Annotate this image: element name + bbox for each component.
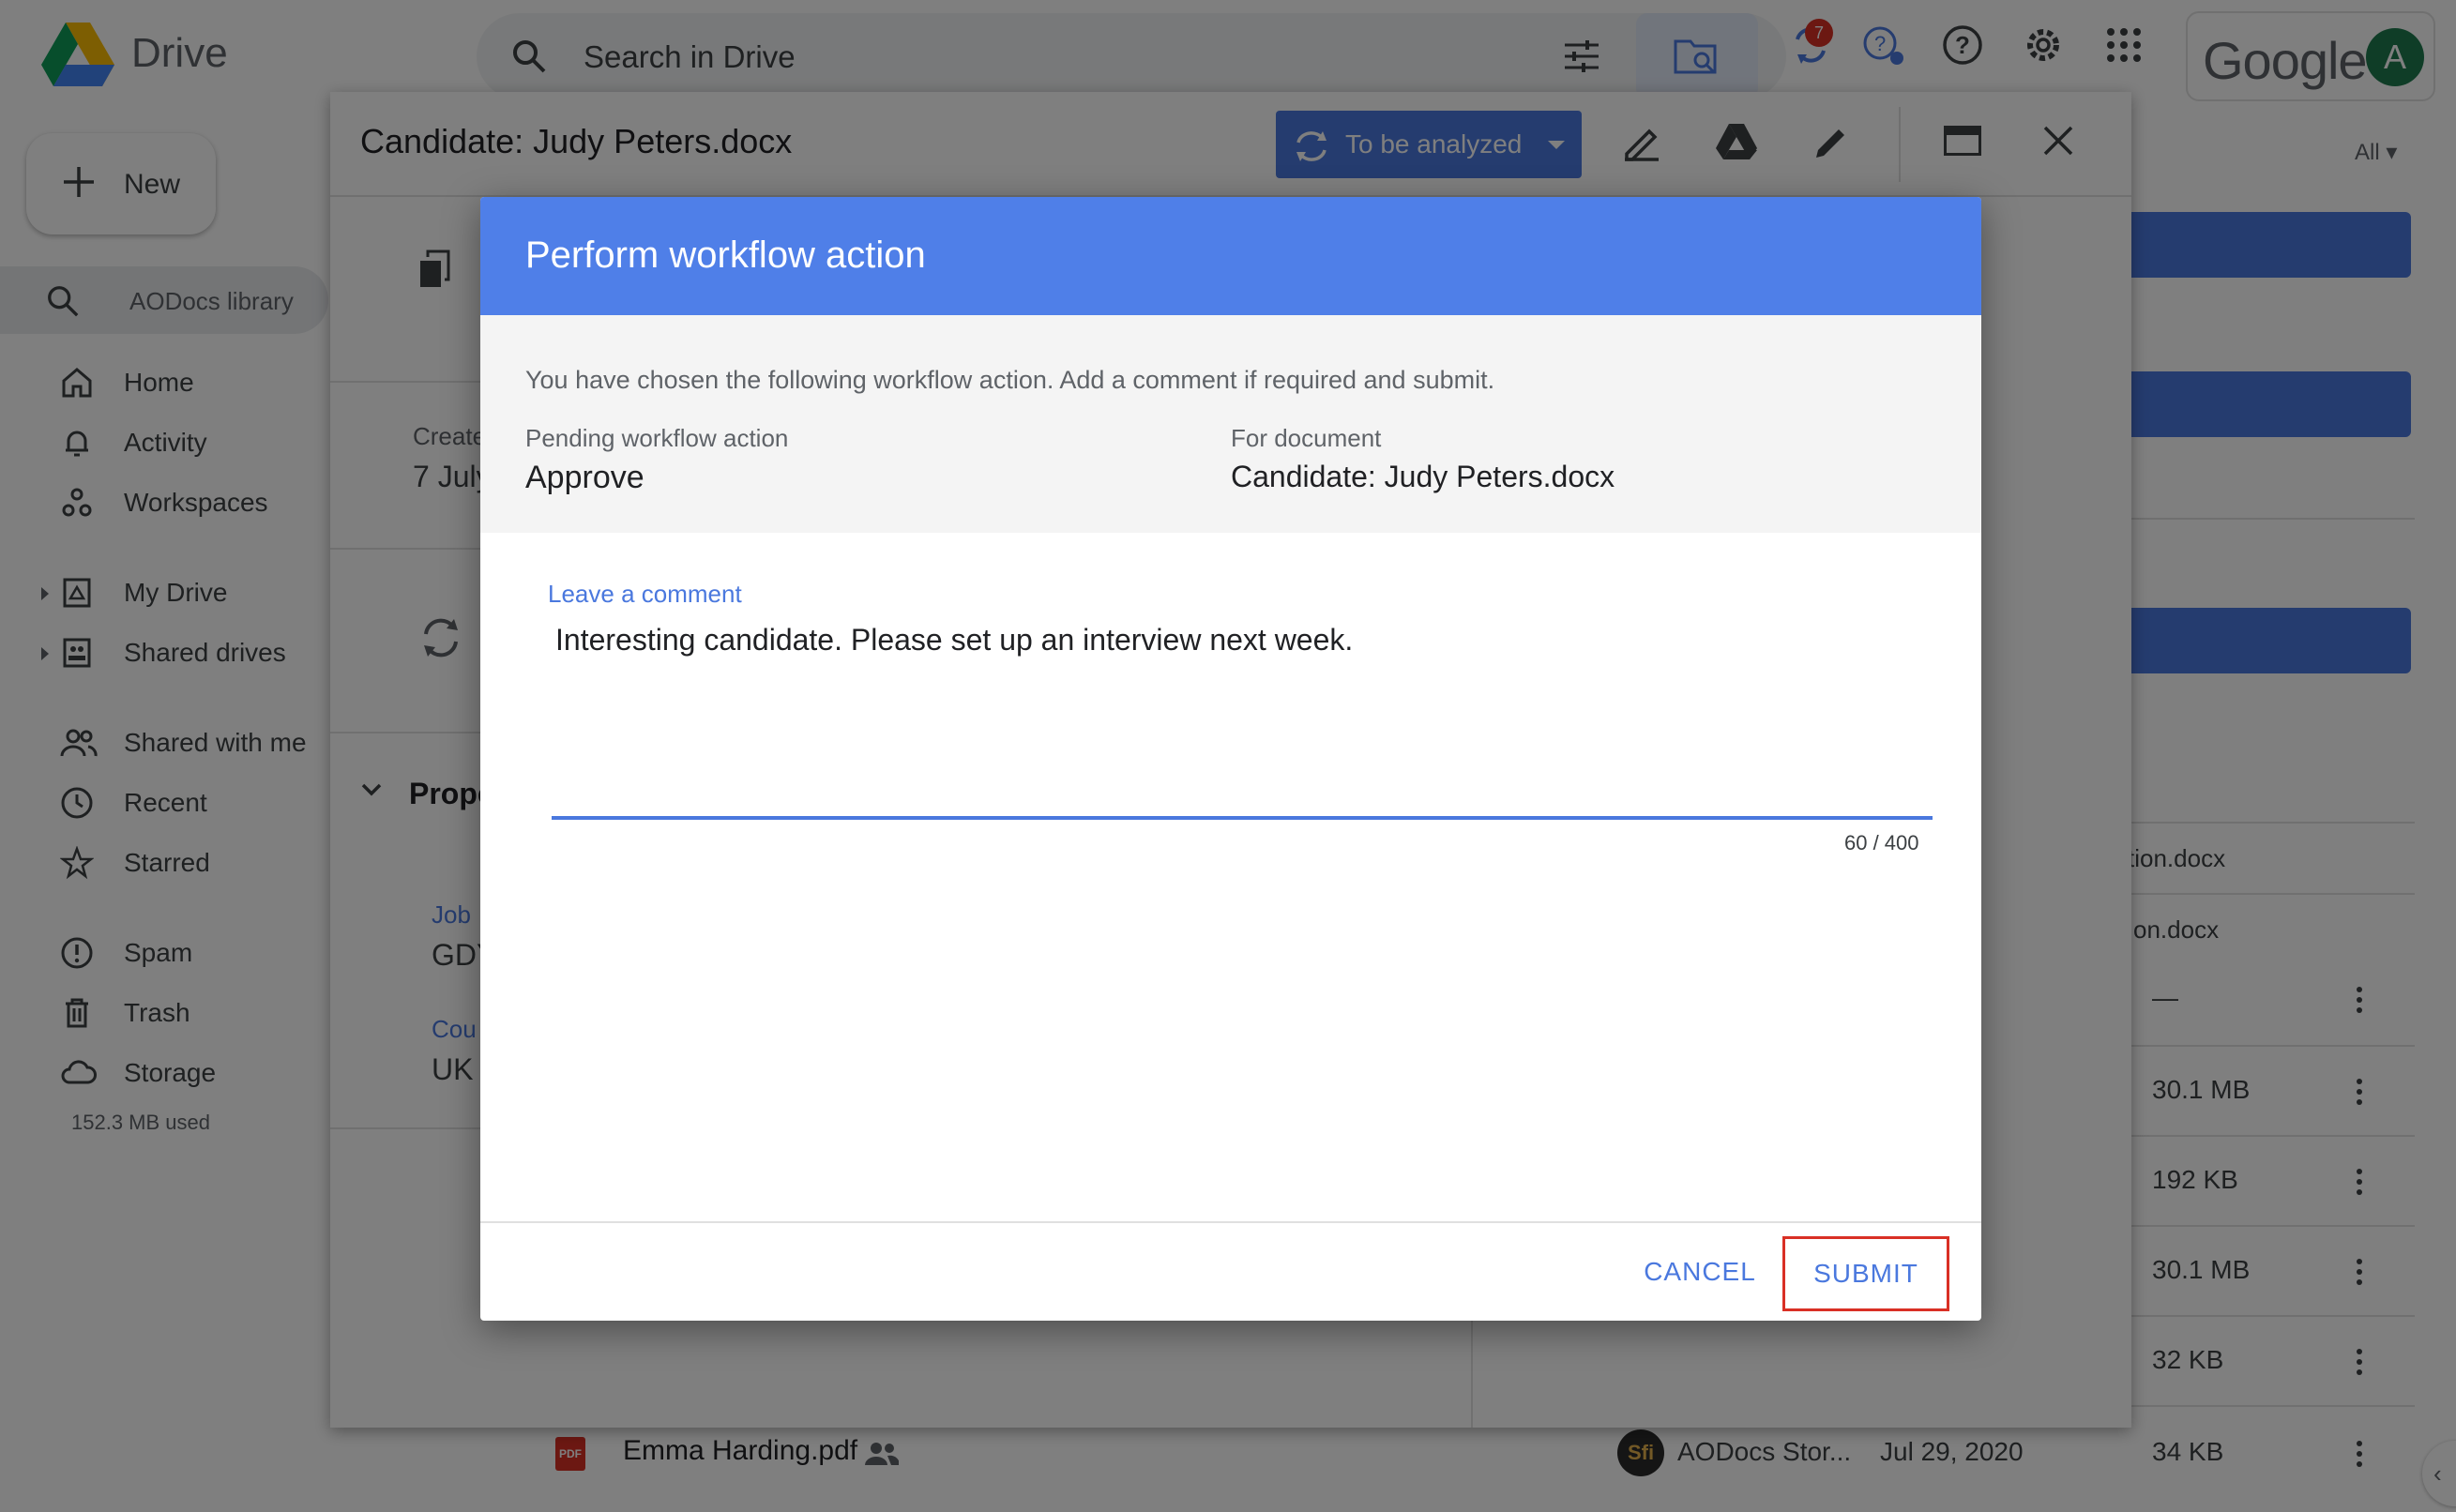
cancel-button[interactable]: CANCEL [1625, 1238, 1775, 1306]
comment-field-underline [552, 816, 1933, 820]
dialog-footer-divider [480, 1221, 1981, 1223]
pending-action-label: Pending workflow action [525, 424, 789, 452]
dialog-intro-text: You have chosen the following workflow a… [525, 366, 1495, 394]
comment-textarea[interactable]: Interesting candidate. Please set up an … [555, 621, 1925, 809]
dialog-title: Perform workflow action [525, 234, 926, 276]
dialog-header: Perform workflow action [480, 197, 1981, 315]
dialog-info-section: You have chosen the following workflow a… [480, 315, 1981, 533]
workflow-action-dialog: Perform workflow action You have chosen … [480, 197, 1981, 1321]
document-label: For document [1231, 424, 1382, 452]
submit-button[interactable]: SUBMIT [1782, 1236, 1949, 1311]
pending-action-value: Approve [525, 460, 644, 495]
comment-field-label: Leave a comment [548, 580, 742, 608]
document-name-value: Candidate: Judy Peters.docx [1231, 460, 1615, 493]
character-counter: 60 / 400 [1844, 831, 1919, 854]
